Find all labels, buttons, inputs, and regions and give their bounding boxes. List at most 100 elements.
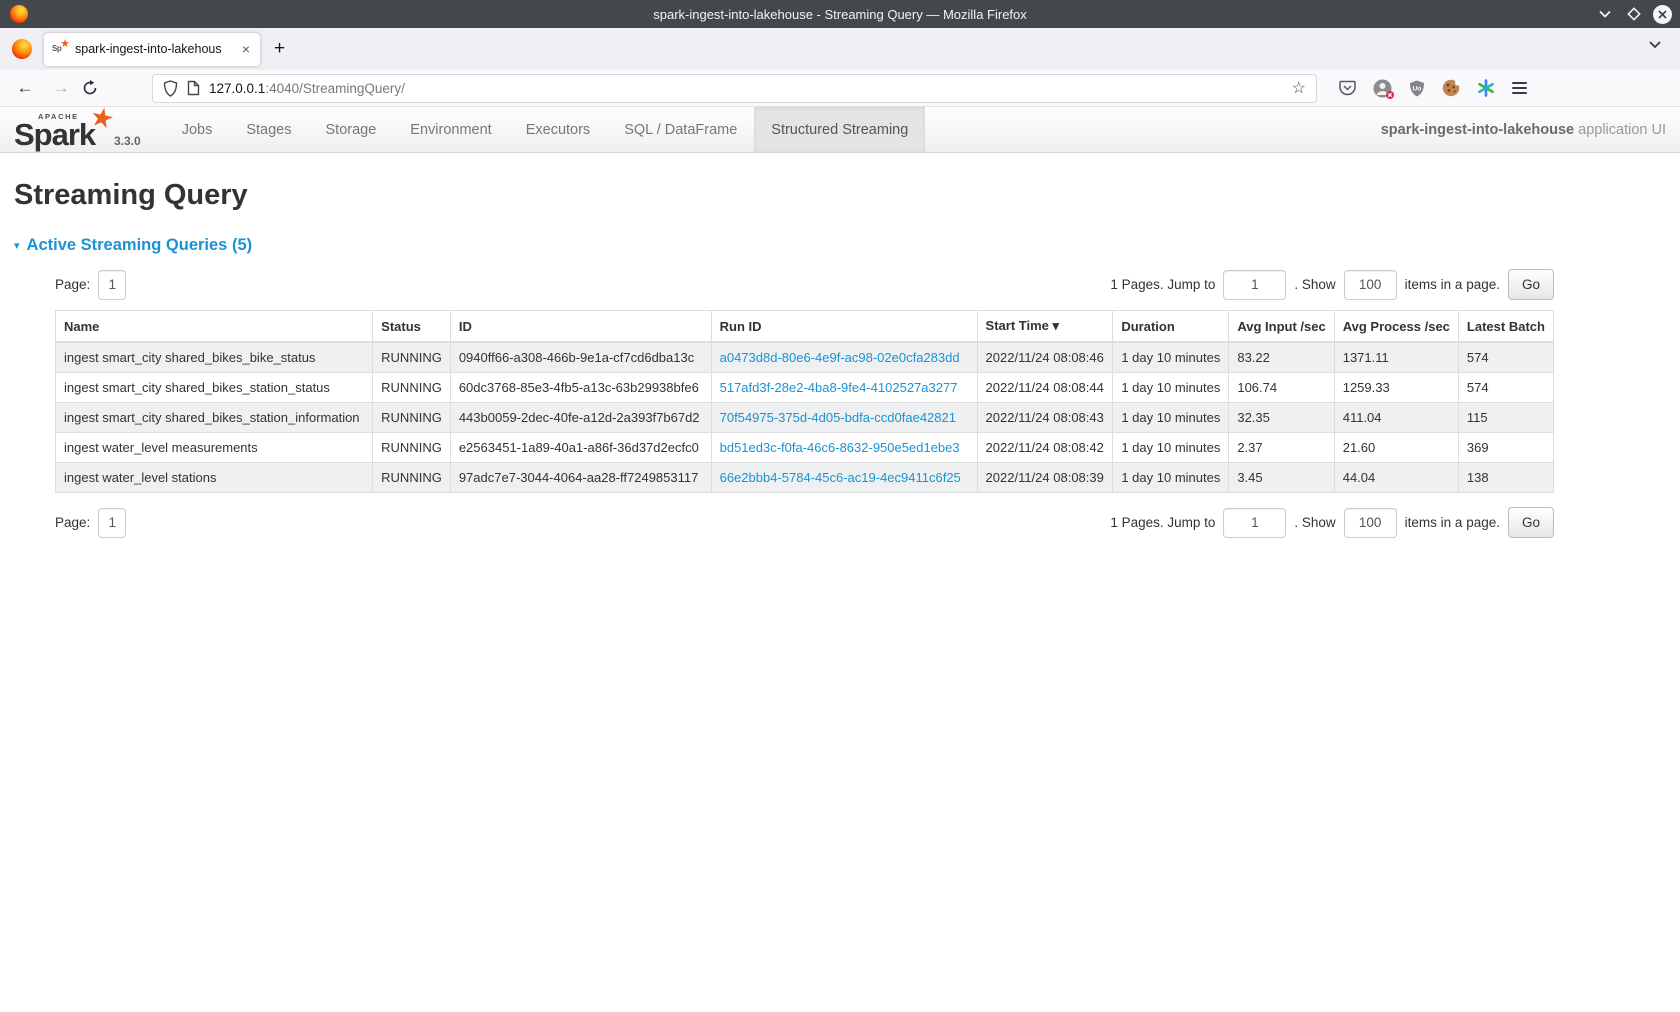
cell-name: ingest water_level measurements xyxy=(56,433,373,463)
page-label: Page: xyxy=(55,515,90,530)
browser-tab[interactable]: Sp★ spark-ingest-into-lakehous × xyxy=(44,33,260,66)
run-id-link[interactable]: bd51ed3c-f0fa-46c6-8632-950e5ed1ebe3 xyxy=(720,440,960,455)
back-icon[interactable]: ← xyxy=(10,78,40,98)
url-text[interactable]: 127.0.0.1:4040/StreamingQuery/ xyxy=(209,81,1283,96)
spark-nav-jobs[interactable]: Jobs xyxy=(165,107,230,152)
cell-latest-batch: 574 xyxy=(1458,373,1553,403)
jump-to-input[interactable] xyxy=(1223,508,1286,538)
section-title: Active Streaming Queries (5) xyxy=(27,236,253,255)
pages-jump-text: 1 Pages. Jump to xyxy=(1110,277,1215,292)
forward-icon[interactable]: → xyxy=(46,78,76,98)
column-header-status[interactable]: Status xyxy=(373,311,451,343)
asterisk-extension-icon[interactable] xyxy=(1477,79,1495,97)
table-row: ingest smart_city shared_bikes_station_i… xyxy=(56,403,1554,433)
spark-nav-structured-streaming[interactable]: Structured Streaming xyxy=(754,107,925,152)
column-header-id[interactable]: ID xyxy=(450,311,711,343)
column-header-name[interactable]: Name xyxy=(56,311,373,343)
cell-name: ingest smart_city shared_bikes_bike_stat… xyxy=(56,342,373,373)
spark-nav-storage[interactable]: Storage xyxy=(309,107,394,152)
minimize-icon[interactable] xyxy=(1595,5,1614,24)
svg-text:Uo: Uo xyxy=(1413,85,1422,92)
cell-avg-input: 83.22 xyxy=(1229,342,1334,373)
cell-id: 0940ff66-a308-466b-9e1a-cf7cd6dba13c xyxy=(450,342,711,373)
table-row: ingest water_level measurementsRUNNINGe2… xyxy=(56,433,1554,463)
close-icon[interactable] xyxy=(1653,5,1672,24)
new-tab-button[interactable]: + xyxy=(274,38,285,60)
cell-duration: 1 day 10 minutes xyxy=(1113,463,1229,493)
cell-start-time: 2022/11/24 08:08:46 xyxy=(977,342,1113,373)
streaming-queries-table: NameStatusIDRun IDStart Time ▾DurationAv… xyxy=(55,310,1554,493)
menu-icon[interactable] xyxy=(1512,82,1527,94)
run-id-link[interactable]: a0473d8d-80e6-4e9f-ac98-02e0cfa283dd xyxy=(720,350,960,365)
table-row: ingest water_level stationsRUNNING97adc7… xyxy=(56,463,1554,493)
spark-wordmark: Spark xyxy=(14,117,95,153)
bookmark-star-icon[interactable]: ☆ xyxy=(1292,78,1306,98)
ublock-shield-icon[interactable]: Uo xyxy=(1409,80,1425,97)
column-header-avg-input[interactable]: Avg Input /sec xyxy=(1229,311,1334,343)
firefox-view-icon[interactable] xyxy=(12,39,32,59)
run-id-link[interactable]: 70f54975-375d-4d05-bdfa-ccd0fae42821 xyxy=(720,410,956,425)
page-info-icon[interactable] xyxy=(187,80,200,96)
url-bar[interactable]: 127.0.0.1:4040/StreamingQuery/ ☆ xyxy=(152,74,1317,103)
tab-title: spark-ingest-into-lakehous xyxy=(75,42,233,56)
tab-bar: Sp★ spark-ingest-into-lakehous × + xyxy=(0,28,1680,70)
spark-nav-executors[interactable]: Executors xyxy=(509,107,607,152)
spark-logo[interactable]: APACHE Spark ★ 3.3.0 xyxy=(0,107,155,152)
spark-nav-environment[interactable]: Environment xyxy=(393,107,508,152)
reload-icon[interactable] xyxy=(82,80,112,96)
cell-run-id: 70f54975-375d-4d05-bdfa-ccd0fae42821 xyxy=(711,403,977,433)
pages-jump-text: 1 Pages. Jump to xyxy=(1110,515,1215,530)
pocket-icon[interactable] xyxy=(1339,80,1356,96)
page-number-input[interactable] xyxy=(98,270,126,300)
items-per-page-input[interactable] xyxy=(1344,270,1397,300)
table-row: ingest smart_city shared_bikes_station_s… xyxy=(56,373,1554,403)
application-ui-suffix: application UI xyxy=(1574,122,1666,138)
page-title: Streaming Query xyxy=(14,179,1680,212)
column-header-run-id[interactable]: Run ID xyxy=(711,311,977,343)
cell-avg-process: 1259.33 xyxy=(1334,373,1458,403)
spark-nav-sql-dataframe[interactable]: SQL / DataFrame xyxy=(607,107,754,152)
cell-avg-process: 21.60 xyxy=(1334,433,1458,463)
column-header-latest-batch[interactable]: Latest Batch xyxy=(1458,311,1553,343)
items-text: items in a page. xyxy=(1405,515,1500,530)
items-per-page-input[interactable] xyxy=(1344,508,1397,538)
page-number-input[interactable] xyxy=(98,508,126,538)
spark-header: APACHE Spark ★ 3.3.0 JobsStagesStorageEn… xyxy=(0,107,1680,153)
window-titlebar: spark-ingest-into-lakehouse - Streaming … xyxy=(0,0,1680,28)
cell-run-id: 517afd3f-28e2-4ba8-9fe4-4102527a3277 xyxy=(711,373,977,403)
cell-id: 97adc7e7-3044-4064-aa28-ff7249853117 xyxy=(450,463,711,493)
shield-permissions-icon[interactable] xyxy=(163,80,178,97)
maximize-icon[interactable] xyxy=(1624,5,1643,24)
cell-duration: 1 day 10 minutes xyxy=(1113,403,1229,433)
spark-version: 3.3.0 xyxy=(114,134,141,148)
cell-avg-process: 411.04 xyxy=(1334,403,1458,433)
cell-avg-input: 32.35 xyxy=(1229,403,1334,433)
cell-start-time: 2022/11/24 08:08:42 xyxy=(977,433,1113,463)
cell-name: ingest smart_city shared_bikes_station_s… xyxy=(56,373,373,403)
go-button[interactable]: Go xyxy=(1508,507,1554,538)
table-header-row: NameStatusIDRun IDStart Time ▾DurationAv… xyxy=(56,311,1554,343)
spark-nav: JobsStagesStorageEnvironmentExecutorsSQL… xyxy=(165,107,926,152)
url-host: 127.0.0.1 xyxy=(209,81,265,96)
column-header-avg-process[interactable]: Avg Process /sec xyxy=(1334,311,1458,343)
jump-to-input[interactable] xyxy=(1223,270,1286,300)
column-header-duration[interactable]: Duration xyxy=(1113,311,1229,343)
go-button[interactable]: Go xyxy=(1508,269,1554,300)
cell-status: RUNNING xyxy=(373,373,451,403)
column-header-start-time[interactable]: Start Time ▾ xyxy=(977,311,1113,343)
window-title: spark-ingest-into-lakehouse - Streaming … xyxy=(0,7,1680,22)
tab-close-icon[interactable]: × xyxy=(240,41,252,57)
cell-id: e2563451-1a89-40a1-a86f-36d37d2ecfc0 xyxy=(450,433,711,463)
cell-latest-batch: 369 xyxy=(1458,433,1553,463)
cookie-extension-icon[interactable] xyxy=(1442,79,1460,97)
list-tabs-chevron-icon[interactable] xyxy=(1648,40,1662,49)
spark-nav-stages[interactable]: Stages xyxy=(229,107,308,152)
run-id-link[interactable]: 66e2bbb4-5784-45c6-ac19-4ec9411c6f25 xyxy=(720,470,961,485)
show-text: . Show xyxy=(1294,277,1335,292)
cell-start-time: 2022/11/24 08:08:44 xyxy=(977,373,1113,403)
cell-latest-batch: 115 xyxy=(1458,403,1553,433)
application-name: spark-ingest-into-lakehouse xyxy=(1381,122,1574,138)
active-queries-toggle[interactable]: ▾ Active Streaming Queries (5) xyxy=(14,236,1680,255)
extension-account-icon[interactable] xyxy=(1373,79,1392,98)
run-id-link[interactable]: 517afd3f-28e2-4ba8-9fe4-4102527a3277 xyxy=(720,380,958,395)
